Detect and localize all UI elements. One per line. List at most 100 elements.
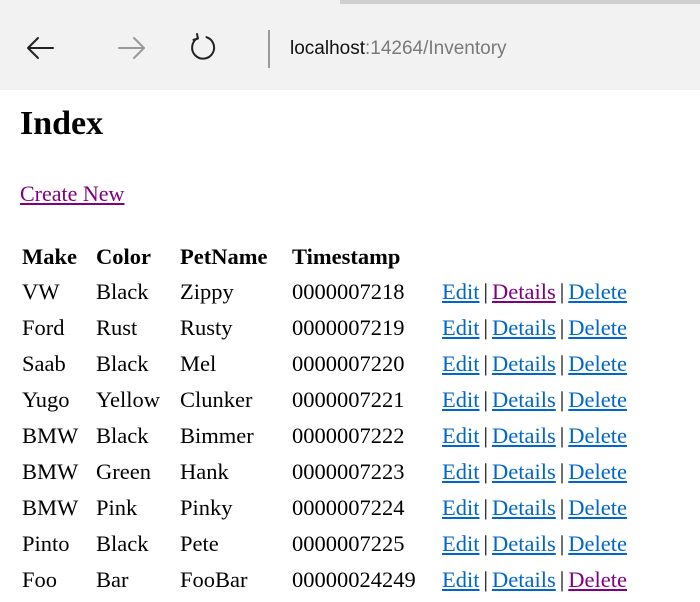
cell-petname: Hank xyxy=(180,459,229,484)
cell-make: VW xyxy=(22,279,60,304)
column-header-petname: PetName xyxy=(180,244,268,269)
cell-timestamp: 0000007225 xyxy=(292,531,405,556)
edit-link[interactable]: Edit xyxy=(442,567,480,592)
edit-link[interactable]: Edit xyxy=(442,351,480,376)
cell-petname: Rusty xyxy=(180,315,233,340)
page-title: Index xyxy=(20,105,104,142)
cell-color: Black xyxy=(96,279,149,304)
delete-link[interactable]: Delete xyxy=(568,495,627,520)
cell-make: Yugo xyxy=(22,387,70,412)
address-bar[interactable]: localhost:14264/Inventory xyxy=(290,30,507,68)
cell-color: Bar xyxy=(96,567,129,592)
cell-petname: FooBar xyxy=(180,567,248,592)
cell-timestamp: 0000007219 xyxy=(292,315,405,340)
cell-make: BMW xyxy=(22,495,79,520)
refresh-button[interactable] xyxy=(183,28,223,68)
action-separator: | xyxy=(559,531,565,556)
delete-link[interactable]: Delete xyxy=(568,459,627,484)
table-header-row: Make Color PetName Timestamp xyxy=(22,240,627,274)
table-row: BMW Green Hank 0000007223 Edit | Details | Delet… xyxy=(22,454,627,490)
refresh-icon xyxy=(188,33,218,63)
cell-timestamp: 0000007218 xyxy=(292,279,405,304)
table-row: Pinto Black Pete 0000007225 Edit | Details | Del… xyxy=(22,526,627,562)
arrow-right-icon xyxy=(117,35,147,61)
details-link[interactable]: Details xyxy=(492,567,556,592)
delete-link[interactable]: Delete xyxy=(568,387,627,412)
cell-color: Rust xyxy=(96,315,138,340)
action-separator: | xyxy=(559,423,565,448)
table-row: Yugo Yellow Clunker 0000007221 Edit | Details |… xyxy=(22,382,627,418)
inventory-rows: VW Black Zippy 0000007218 Edit | Details | Delet… xyxy=(22,274,627,598)
row-actions: Edit | Details | Delete xyxy=(442,490,627,526)
cell-petname: Clunker xyxy=(180,387,253,412)
action-separator: | xyxy=(483,387,489,412)
delete-link[interactable]: Delete xyxy=(568,279,627,304)
action-separator: | xyxy=(559,459,565,484)
delete-link[interactable]: Delete xyxy=(568,315,627,340)
cell-color: Black xyxy=(96,531,149,556)
row-actions: Edit | Details | Delete xyxy=(442,274,627,310)
column-header-make: Make xyxy=(22,244,77,269)
edit-link[interactable]: Edit xyxy=(442,423,480,448)
table-row: BMW Black Bimmer 0000007222 Edit | Details | Del… xyxy=(22,418,627,454)
toolbar-top-border xyxy=(340,0,700,4)
action-separator: | xyxy=(483,279,489,304)
address-bar-divider xyxy=(268,30,270,68)
action-separator: | xyxy=(483,531,489,556)
cell-timestamp: 0000007223 xyxy=(292,459,405,484)
cell-petname: Pete xyxy=(180,531,219,556)
column-header-timestamp: Timestamp xyxy=(292,244,401,269)
cell-timestamp: 0000007224 xyxy=(292,495,405,520)
action-separator: | xyxy=(483,495,489,520)
action-separator: | xyxy=(559,279,565,304)
details-link[interactable]: Details xyxy=(492,495,556,520)
action-separator: | xyxy=(559,351,565,376)
cell-color: Black xyxy=(96,351,149,376)
details-link[interactable]: Details xyxy=(492,387,556,412)
edit-link[interactable]: Edit xyxy=(442,315,480,340)
column-header-color: Color xyxy=(96,244,151,269)
details-link[interactable]: Details xyxy=(492,459,556,484)
browser-toolbar: localhost:14264/Inventory xyxy=(0,0,700,90)
cell-make: BMW xyxy=(22,423,79,448)
edit-link[interactable]: Edit xyxy=(442,279,480,304)
details-link[interactable]: Details xyxy=(492,351,556,376)
delete-link[interactable]: Delete xyxy=(568,423,627,448)
inventory-table: Make Color PetName Timestamp VW Black Zipp… xyxy=(22,240,627,598)
delete-link[interactable]: Delete xyxy=(568,351,627,376)
arrow-left-icon xyxy=(25,35,55,61)
table-row: Saab Black Mel 0000007220 Edit | Details | Delet… xyxy=(22,346,627,382)
cell-timestamp: 0000007222 xyxy=(292,423,405,448)
cell-make: Ford xyxy=(22,315,65,340)
cell-color: Green xyxy=(96,459,151,484)
cell-petname: Zippy xyxy=(180,279,234,304)
row-actions: Edit | Details | Delete xyxy=(442,562,627,598)
cell-color: Pink xyxy=(96,495,138,520)
forward-button[interactable] xyxy=(112,28,152,68)
cell-color: Yellow xyxy=(96,387,160,412)
create-new-link[interactable]: Create New xyxy=(20,180,124,208)
details-link[interactable]: Details xyxy=(492,423,556,448)
cell-make: BMW xyxy=(22,459,79,484)
action-separator: | xyxy=(483,351,489,376)
cell-make: Pinto xyxy=(22,531,70,556)
row-actions: Edit | Details | Delete xyxy=(442,310,627,346)
cell-color: Black xyxy=(96,423,149,448)
delete-link[interactable]: Delete xyxy=(568,531,627,556)
edit-link[interactable]: Edit xyxy=(442,387,480,412)
details-link[interactable]: Details xyxy=(492,279,556,304)
edit-link[interactable]: Edit xyxy=(442,531,480,556)
cell-timestamp: 0000007221 xyxy=(292,387,405,412)
delete-link[interactable]: Delete xyxy=(568,567,627,592)
edit-link[interactable]: Edit xyxy=(442,459,480,484)
action-separator: | xyxy=(559,567,565,592)
cell-timestamp: 0000007220 xyxy=(292,351,405,376)
edit-link[interactable]: Edit xyxy=(442,495,480,520)
details-link[interactable]: Details xyxy=(492,315,556,340)
action-separator: | xyxy=(559,315,565,340)
row-actions: Edit | Details | Delete xyxy=(442,382,627,418)
back-button[interactable] xyxy=(20,28,60,68)
cell-petname: Mel xyxy=(180,351,217,376)
details-link[interactable]: Details xyxy=(492,531,556,556)
cell-petname: Bimmer xyxy=(180,423,254,448)
